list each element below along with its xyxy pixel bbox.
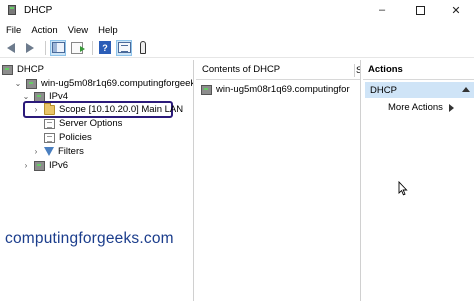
show-hide-action-pane-button[interactable] (116, 39, 132, 56)
toolbar-separator (92, 40, 93, 55)
tree-item-server[interactable]: ⌄ win-ug5m08r1q69.computingforgeeks.cc (14, 77, 193, 90)
chevron-right-icon[interactable]: › (32, 147, 40, 156)
export-list-button[interactable] (69, 40, 85, 56)
ipv4-icon (34, 91, 45, 102)
tree-item-label: IPv6 (49, 160, 69, 171)
close-icon: ✕ (451, 4, 461, 17)
menu-help[interactable]: Help (93, 25, 123, 36)
microphone-icon (140, 41, 146, 54)
tree-item-scope[interactable]: › Scope [10.10.20.0] Main LAN (32, 102, 184, 116)
ipv6-icon (34, 160, 45, 171)
tree-item-label: Filters (58, 146, 84, 157)
tree-item-dhcp[interactable]: DHCP (2, 63, 44, 76)
column-header-status[interactable]: S (356, 65, 360, 76)
toolbar-separator (45, 40, 46, 55)
policies-icon (44, 132, 55, 143)
tree-item-label: Server Options (59, 118, 123, 129)
actions-pane: Actions DHCP More Actions (363, 60, 474, 301)
toolbar: ? (0, 38, 474, 58)
back-arrow-icon (7, 42, 15, 53)
minimize-icon: – (378, 4, 386, 16)
tree-item-policies[interactable]: Policies (44, 131, 92, 144)
help-icon: ? (99, 41, 111, 54)
minimize-button[interactable]: – (362, 0, 402, 20)
actions-section-label: DHCP (370, 84, 397, 96)
more-actions-label: More Actions (388, 102, 443, 113)
chevron-right-icon[interactable]: › (32, 105, 40, 114)
help-button[interactable]: ? (97, 40, 113, 56)
maximize-button[interactable] (400, 0, 440, 20)
menu-bar: File Action View Help (0, 22, 474, 38)
more-actions-item[interactable]: More Actions (388, 102, 454, 113)
actions-section-dhcp[interactable]: DHCP (365, 82, 474, 98)
contents-header-label: Contents of DHCP (202, 64, 281, 75)
forward-button[interactable] (22, 40, 38, 56)
server-icon (201, 84, 212, 95)
chevron-right-icon[interactable]: › (22, 161, 30, 170)
tree-item-ipv6[interactable]: › IPv6 (22, 159, 68, 172)
menu-file[interactable]: File (0, 25, 26, 36)
list-item-label: win-ug5m08r1q69.computingfor (216, 84, 350, 95)
tree-item-filters[interactable]: › Filters (32, 145, 84, 158)
column-header-name[interactable]: Contents of DHCP (196, 60, 360, 80)
chevron-right-icon (448, 103, 454, 112)
column-separator[interactable] (354, 64, 355, 77)
forward-arrow-icon (26, 42, 34, 53)
collapse-up-icon[interactable] (462, 87, 470, 92)
actions-title: Actions (363, 60, 474, 80)
menu-action[interactable]: Action (26, 25, 62, 36)
maximize-icon (415, 5, 425, 15)
list-item[interactable]: win-ug5m08r1q69.computingfor (201, 83, 350, 96)
tree-item-label: Policies (59, 132, 92, 143)
filter-icon (44, 147, 54, 156)
show-hide-console-tree-icon (51, 42, 65, 53)
tree-item-label: Scope [10.10.20.0] Main LAN (59, 104, 184, 115)
tree-item-server-options[interactable]: Server Options (44, 117, 122, 130)
server-icon (26, 78, 37, 89)
back-button[interactable] (3, 40, 19, 56)
microphone-button[interactable] (135, 40, 151, 56)
watermark-text: computingforgeeks.com (5, 230, 174, 247)
window-title: DHCP (24, 4, 53, 16)
export-list-icon (71, 41, 85, 54)
dhcp-icon (2, 64, 13, 75)
console-tree-pane: DHCP ⌄ win-ug5m08r1q69.computingforgeeks… (0, 60, 194, 301)
chevron-down-icon[interactable]: ⌄ (14, 79, 22, 88)
properties-pane-icon (117, 42, 131, 53)
dhcp-server-icon (6, 4, 18, 16)
chevron-down-icon[interactable]: ⌄ (22, 92, 30, 101)
menu-view[interactable]: View (63, 25, 93, 36)
tree-item-label: DHCP (17, 64, 44, 75)
show-hide-console-tree-button[interactable] (50, 39, 66, 56)
options-icon (44, 118, 55, 129)
contents-pane: Contents of DHCP S win-ug5m08r1q69.compu… (196, 60, 361, 301)
close-button[interactable]: ✕ (436, 0, 474, 20)
tree-item-label: win-ug5m08r1q69.computingforgeeks.cc (41, 78, 193, 89)
folder-icon (44, 102, 55, 115)
